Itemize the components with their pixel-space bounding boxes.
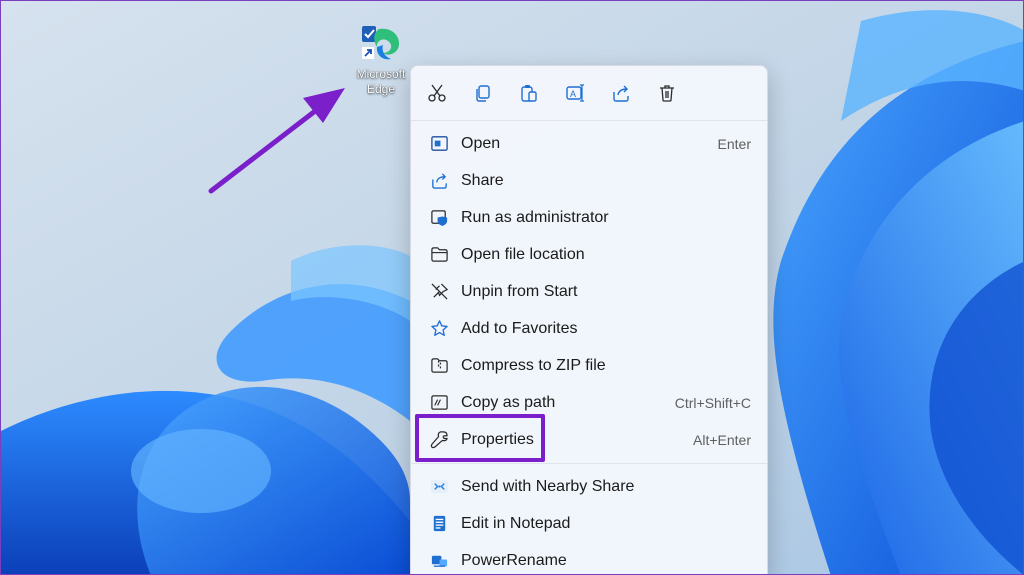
context-menu-list: Open Enter Share Run as administrator Op… — [411, 121, 767, 574]
menu-item-label: Copy as path — [461, 393, 556, 411]
menu-item-shortcut: Ctrl+Shift+C — [674, 394, 751, 411]
menu-item-open[interactable]: Open Enter — [415, 125, 763, 162]
menu-item-compress-to-zip[interactable]: Compress to ZIP file — [415, 347, 763, 384]
menu-item-add-to-favorites[interactable]: Add to Favorites — [415, 310, 763, 347]
microsoft-edge-shortcut-icon — [362, 26, 400, 60]
notepad-icon — [433, 515, 445, 532]
folder-icon — [430, 247, 448, 262]
context-menu: A Open Enter Share Run as administrator … — [410, 65, 768, 574]
copy-button[interactable] — [465, 75, 501, 111]
share-icon — [431, 173, 447, 189]
svg-text:A: A — [570, 89, 576, 99]
menu-item-copy-as-path[interactable]: Copy as path Ctrl+Shift+C — [415, 384, 763, 421]
menu-item-label: PowerRename — [461, 551, 567, 569]
menu-item-label: Compress to ZIP file — [461, 356, 606, 374]
menu-item-label: Open file location — [461, 245, 585, 263]
menu-item-label: Run as administrator — [461, 208, 609, 226]
menu-item-send-with-nearby-share[interactable]: Send with Nearby Share — [415, 468, 763, 505]
open-window-icon — [430, 136, 448, 151]
share-button[interactable] — [603, 75, 639, 111]
zip-folder-icon — [430, 358, 448, 373]
menu-item-label: Add to Favorites — [461, 319, 578, 337]
delete-icon — [660, 85, 674, 102]
cut-icon — [428, 84, 446, 102]
desktop-shortcut-label-line2: Edge — [366, 82, 396, 96]
menu-item-powerrename[interactable]: PowerRename — [415, 542, 763, 574]
star-icon — [430, 320, 448, 337]
desktop: Microsoft Edge A Open Enter Share Run as… — [0, 0, 1024, 575]
wrench-icon — [430, 431, 448, 449]
menu-item-label: Edit in Notepad — [461, 514, 571, 532]
path-icon — [430, 395, 448, 410]
context-menu-toolbar: A — [411, 66, 767, 121]
paste-button[interactable] — [511, 75, 547, 111]
menu-divider — [411, 463, 767, 464]
share-icon — [613, 85, 629, 102]
menu-item-label: Share — [461, 171, 504, 189]
menu-item-properties[interactable]: Properties Alt+Enter — [415, 421, 763, 458]
desktop-shortcut-label-line1: Microsoft — [356, 67, 406, 81]
nearby-share-icon — [430, 479, 448, 494]
menu-item-unpin-from-start[interactable]: Unpin from Start — [415, 273, 763, 310]
rename-button[interactable]: A — [557, 75, 593, 111]
menu-item-edit-in-notepad[interactable]: Edit in Notepad — [415, 505, 763, 542]
desktop-shortcut-microsoft-edge[interactable]: Microsoft Edge — [345, 23, 417, 97]
unpin-icon — [430, 283, 448, 300]
copy-icon — [476, 85, 490, 102]
menu-item-label: Open — [461, 134, 501, 152]
menu-item-open-file-location[interactable]: Open file location — [415, 236, 763, 273]
powerrename-icon — [431, 555, 447, 567]
menu-item-shortcut: Alt+Enter — [693, 431, 751, 448]
shield-window-icon — [430, 210, 447, 227]
menu-item-shortcut: Enter — [717, 135, 751, 152]
cut-button[interactable] — [419, 75, 455, 111]
menu-item-label: Unpin from Start — [461, 282, 578, 300]
rename-icon: A — [566, 84, 584, 102]
menu-item-label: Send with Nearby Share — [461, 477, 635, 495]
menu-item-label: Properties — [461, 430, 534, 448]
delete-button[interactable] — [649, 75, 685, 111]
menu-item-run-as-administrator[interactable]: Run as administrator — [415, 199, 763, 236]
paste-icon — [521, 85, 537, 102]
menu-item-share[interactable]: Share — [415, 162, 763, 199]
